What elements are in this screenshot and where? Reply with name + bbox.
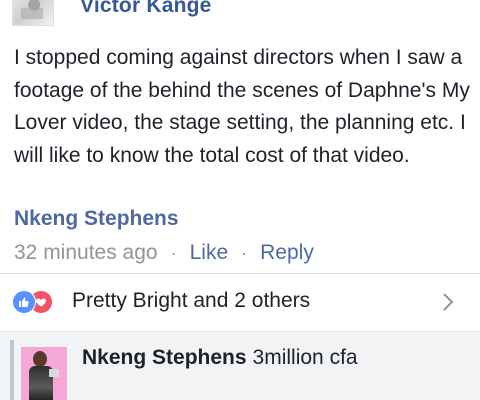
comment-author-link[interactable]: Nkeng Stephens bbox=[14, 207, 179, 231]
reply-thread-line bbox=[10, 340, 14, 400]
reply-preview[interactable]: Nkeng Stephens 3million cfa bbox=[0, 331, 480, 400]
avatar-figure-head bbox=[33, 351, 47, 367]
reply-link[interactable]: Reply bbox=[260, 241, 314, 265]
post-author-name[interactable]: Victor Kange bbox=[80, 0, 212, 18]
avatar-figure-accent bbox=[49, 369, 59, 377]
post-header: Victor Kange bbox=[0, 0, 480, 26]
separator-dot: · bbox=[241, 242, 248, 263]
separator-dot: · bbox=[170, 242, 177, 263]
facebook-comment-thread: Victor Kange I stopped coming against di… bbox=[0, 0, 480, 400]
like-link[interactable]: Like bbox=[190, 241, 229, 265]
reply-author-avatar[interactable] bbox=[21, 347, 67, 400]
comment-meta-row: 32 minutes ago · Like · Reply bbox=[14, 241, 314, 265]
reply-text: 3million cfa bbox=[252, 346, 358, 369]
reaction-icons bbox=[12, 290, 64, 314]
chevron-right-icon[interactable] bbox=[442, 292, 454, 312]
reactions-summary-text[interactable]: Pretty Bright and 2 others bbox=[72, 289, 310, 313]
reply-author-name[interactable]: Nkeng Stephens bbox=[82, 346, 247, 370]
reply-line: Nkeng Stephens 3million cfa bbox=[82, 346, 358, 370]
comment-body: I stopped coming against directors when … bbox=[14, 46, 476, 167]
post-author-avatar[interactable] bbox=[12, 0, 54, 26]
comment-timestamp: 32 minutes ago bbox=[14, 241, 158, 264]
like-icon bbox=[12, 290, 36, 314]
reactions-summary-row[interactable]: Pretty Bright and 2 others bbox=[0, 274, 480, 331]
